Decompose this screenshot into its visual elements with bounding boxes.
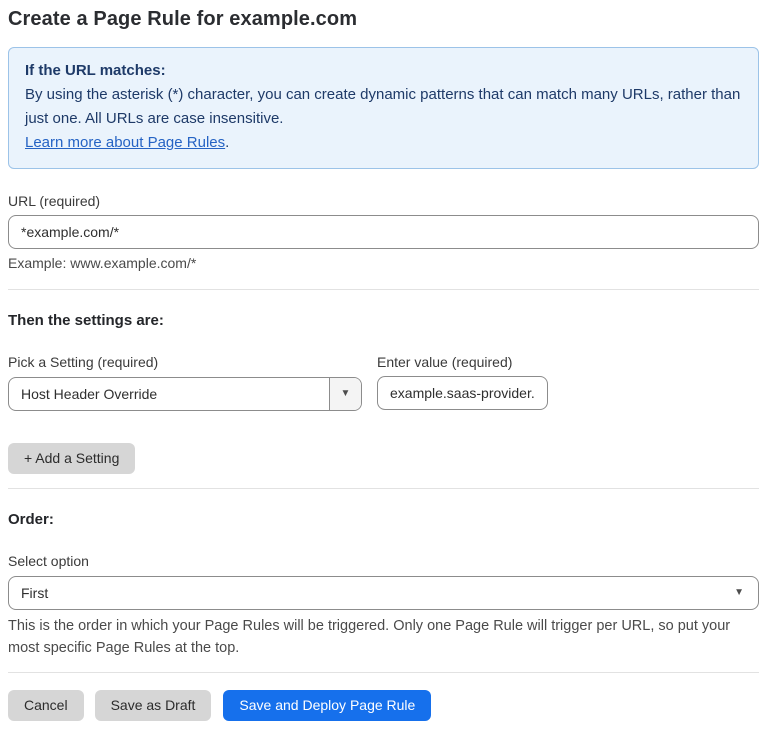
info-box-heading: If the URL matches: bbox=[25, 62, 166, 79]
order-select-value: First bbox=[21, 585, 49, 601]
url-field-label: URL (required) bbox=[8, 193, 101, 209]
footer-actions: Cancel Save as Draft Save and Deploy Pag… bbox=[8, 690, 759, 721]
url-input[interactable] bbox=[8, 215, 759, 249]
link-suffix: . bbox=[225, 134, 230, 151]
order-select-label: Select option bbox=[8, 553, 89, 569]
section-divider bbox=[8, 488, 759, 489]
page-title: Create a Page Rule for example.com bbox=[8, 8, 358, 30]
order-section-heading: Order: bbox=[8, 511, 54, 528]
setting-picker-column: Pick a Setting (required) Host Header Ov… bbox=[8, 330, 362, 411]
setting-select-arrow-button[interactable]: ▼ bbox=[329, 378, 361, 410]
save-deploy-button[interactable]: Save and Deploy Page Rule bbox=[223, 690, 432, 721]
footer-divider bbox=[8, 672, 759, 673]
url-example-hint: Example: www.example.com/* bbox=[8, 255, 197, 271]
add-setting-row: + Add a Setting bbox=[8, 443, 759, 474]
order-help-text: This is the order in which your Page Rul… bbox=[8, 618, 731, 656]
add-setting-button[interactable]: + Add a Setting bbox=[8, 443, 136, 474]
setting-row: Pick a Setting (required) Host Header Ov… bbox=[8, 330, 759, 411]
setting-value-label: Enter value (required) bbox=[377, 354, 513, 370]
info-box-link-line: Learn more about Page Rules. bbox=[25, 131, 742, 155]
chevron-down-icon: ▼ bbox=[340, 388, 351, 399]
info-box-body: By using the asterisk (*) character, you… bbox=[25, 86, 741, 127]
cancel-button[interactable]: Cancel bbox=[8, 690, 84, 721]
learn-more-link[interactable]: Learn more about Page Rules bbox=[25, 134, 225, 151]
save-draft-button[interactable]: Save as Draft bbox=[94, 690, 212, 721]
setting-select-value: Host Header Override bbox=[21, 386, 158, 402]
setting-select[interactable]: Host Header Override ▼ bbox=[8, 377, 362, 411]
settings-section-heading: Then the settings are: bbox=[8, 312, 164, 329]
setting-picker-label: Pick a Setting (required) bbox=[8, 354, 159, 370]
setting-value-input[interactable] bbox=[377, 376, 548, 410]
chevron-down-icon: ▼ bbox=[734, 587, 744, 598]
url-match-info-box: If the URL matches: By using the asteris… bbox=[8, 47, 759, 169]
create-page-rule-form: Create a Page Rule for example.com If th… bbox=[0, 0, 772, 733]
order-select[interactable]: First ▼ bbox=[8, 576, 759, 610]
section-divider bbox=[8, 289, 759, 290]
setting-value-column: Enter value (required) bbox=[377, 330, 548, 410]
